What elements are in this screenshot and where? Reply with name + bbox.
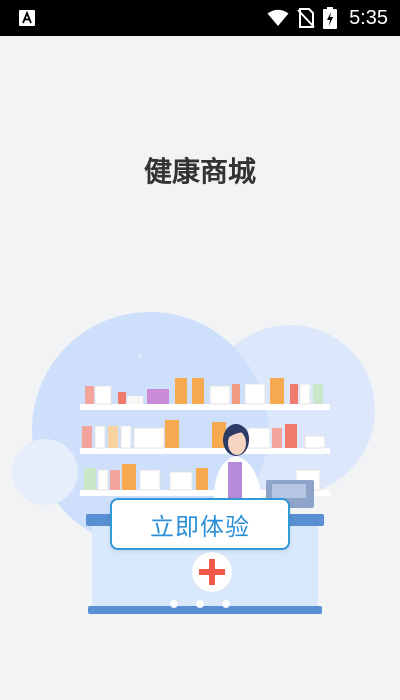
page-indicator-dot[interactable] [170,600,178,608]
shelf-top [80,404,330,410]
shelf-middle [80,448,330,454]
pharmacy-illustration [12,312,375,614]
background-circle-small [12,439,78,505]
page-indicator-dot[interactable] [196,600,204,608]
try-now-button[interactable]: 立即体验 [110,498,290,550]
status-bar: 5:35 [0,0,400,36]
medical-cross-icon [192,552,232,592]
status-time: 5:35 [349,6,388,29]
accessibility-icon [18,9,36,27]
battery-charging-icon [323,7,338,29]
wifi-icon [267,9,289,27]
page-indicator-dot[interactable] [222,600,230,608]
decor-dot [138,354,142,358]
page-indicator [0,600,400,610]
page-title: 健康商城 [143,155,256,188]
no-sim-icon [297,8,315,28]
